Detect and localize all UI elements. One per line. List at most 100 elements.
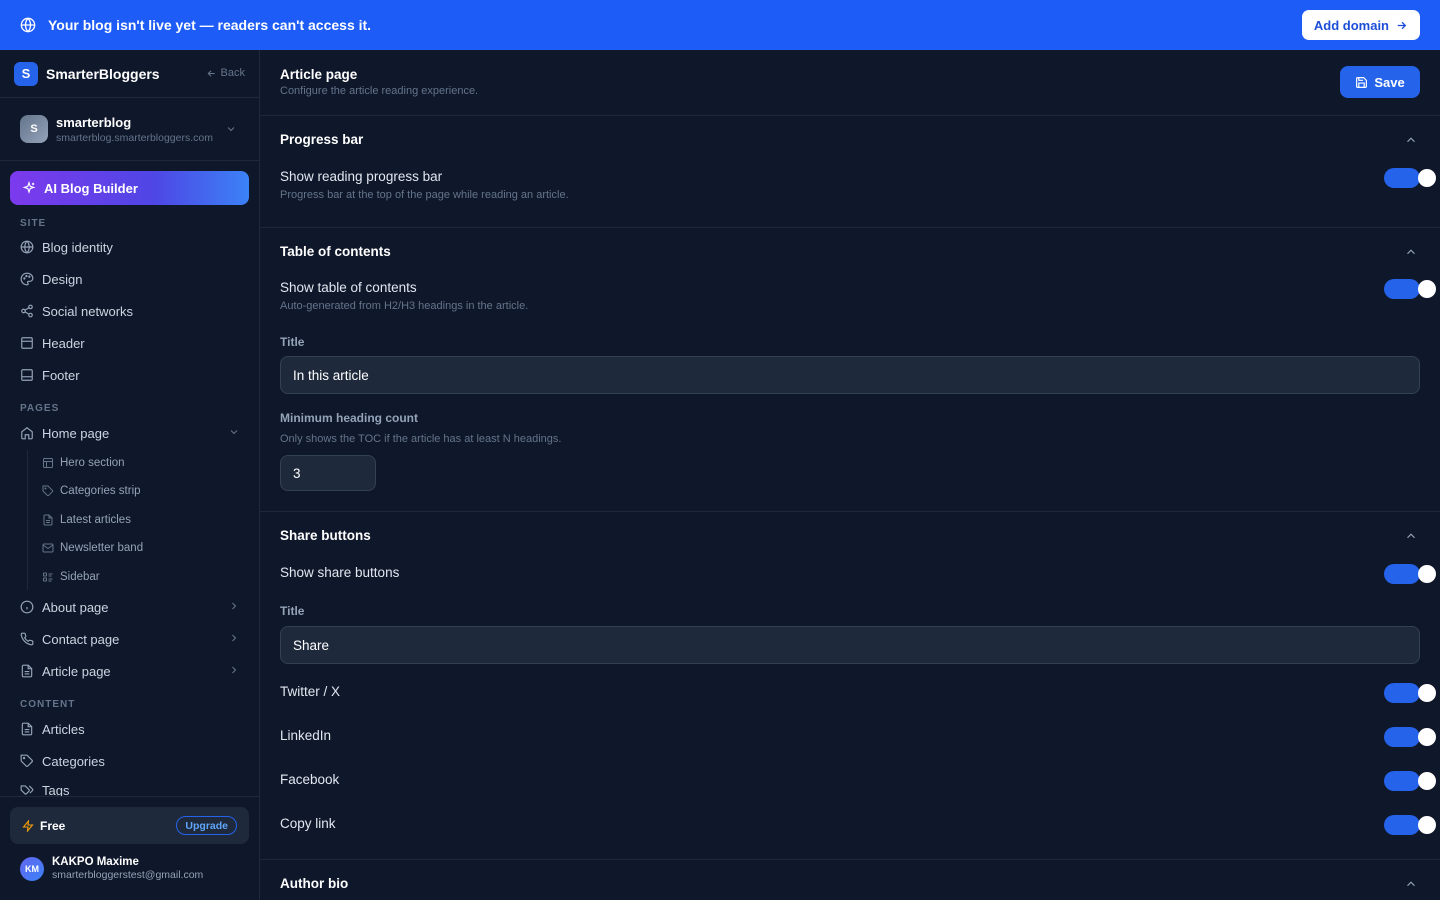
sidebar-subitem-categories-strip[interactable]: Categories strip (42, 482, 141, 500)
file-text-icon (20, 722, 34, 736)
save-icon (1355, 76, 1368, 89)
sidebar-subitem-latest-articles[interactable]: Latest articles (42, 511, 131, 529)
share-network-copy-link-toggle[interactable] (1384, 815, 1436, 835)
blog-switcher[interactable]: S smarterblog smarterblog.smarterblogger… (0, 98, 259, 161)
add-domain-button[interactable]: Add domain (1301, 10, 1420, 40)
sidebar-item-about-page[interactable]: About page (20, 597, 240, 617)
brand-logo: S (14, 61, 38, 86)
save-label: Save (1374, 74, 1405, 90)
share-network-facebook-toggle[interactable] (1384, 771, 1436, 791)
globe-icon (20, 240, 34, 254)
blog-url: smarterblog.smarterbloggers.com (56, 131, 213, 144)
main-panel: Article page Configure the article readi… (260, 50, 1440, 900)
sidebar-item-label: Design (42, 271, 83, 287)
sidebar-item-social-networks[interactable]: Social networks (20, 301, 240, 321)
sidebar-item-label: Categories (42, 753, 105, 769)
chevron-up-icon[interactable] (1404, 877, 1418, 891)
sidebar-item-article-page[interactable]: Article page (20, 661, 240, 681)
back-link[interactable]: Back (206, 67, 245, 79)
chevron-right-icon (228, 632, 240, 644)
sidebar-subitem-label: Hero section (60, 457, 125, 469)
share-network-twitter-label: Twitter / X (280, 684, 341, 699)
chevron-right-icon (228, 664, 240, 676)
chevron-down-icon (225, 123, 237, 135)
sidebar: S SmarterBloggers Back S smarterblog sma… (0, 50, 260, 900)
section-author-bio: Author bio (260, 860, 1440, 900)
sidebar-item-tags[interactable]: Tags (20, 783, 240, 796)
avatar: KM (20, 856, 44, 881)
sidebar-subitem-label: Sidebar (60, 571, 100, 583)
user-profile[interactable]: KM KAKPO Maxime smarterbloggerstest@gmai… (20, 856, 203, 881)
offline-banner: Your blog isn't live yet — readers can't… (0, 0, 1440, 50)
panel-top-icon (20, 336, 34, 350)
sidebar-subitem-newsletter-band[interactable]: Newsletter band (42, 539, 143, 557)
share-network-linkedin-label: LinkedIn (280, 728, 332, 743)
phone-icon (20, 632, 34, 646)
share-title-input[interactable] (280, 626, 1420, 664)
page-subtitle: Configure the article reading experience… (280, 85, 479, 97)
sidebar-divider (0, 796, 259, 797)
sidebar-item-articles[interactable]: Articles (20, 719, 240, 739)
blog-name: smarterblog (56, 114, 132, 130)
sidebar-item-label: Article page (42, 663, 111, 679)
file-text-icon (20, 664, 34, 678)
chevron-up-icon[interactable] (1404, 529, 1418, 543)
sidebar-item-label: Home page (42, 425, 110, 441)
share-network-linkedin-toggle[interactable] (1384, 727, 1436, 747)
info-icon (20, 600, 34, 614)
sidebar-item-home-page[interactable]: Home page (20, 423, 240, 443)
toc-title-label: Title (280, 335, 305, 349)
sidebar-subitem-hero-section[interactable]: Hero section (42, 454, 125, 472)
chevron-up-icon[interactable] (1404, 245, 1418, 259)
home-icon (20, 426, 34, 440)
chevron-up-icon[interactable] (1404, 133, 1418, 147)
toc-toggle-desc: Auto-generated from H2/H3 headings in th… (280, 300, 529, 312)
share-toggle[interactable] (1384, 564, 1436, 584)
sidebar-item-label: About page (42, 599, 109, 615)
sidebar-item-footer[interactable]: Footer (20, 365, 240, 385)
sidebar-item-label: Tags (42, 783, 70, 796)
toc-min-heading-input[interactable] (280, 455, 376, 491)
save-button[interactable]: Save (1340, 66, 1420, 98)
toc-min-heading-help: Only shows the TOC if the article has at… (280, 433, 562, 445)
progress-bar-toggle[interactable] (1384, 168, 1436, 188)
share-network-twitter-toggle[interactable] (1384, 683, 1436, 703)
sidebar-item-label: Header (42, 335, 85, 351)
section-heading: Progress bar (280, 132, 364, 147)
upgrade-button[interactable]: Upgrade (176, 816, 237, 835)
back-label: Back (220, 67, 245, 79)
plan-name: Free (40, 818, 66, 833)
sidebar-item-design[interactable]: Design (20, 269, 240, 289)
progress-bar-toggle-title: Show reading progress bar (280, 169, 443, 184)
sidebar-item-header[interactable]: Header (20, 333, 240, 353)
share-network-copy-link-label: Copy link (280, 816, 336, 831)
section-heading: Table of contents (280, 244, 391, 259)
tag-icon (42, 485, 54, 497)
section-progress-bar: Progress bar Show reading progress bar P… (260, 116, 1440, 228)
section-label-pages: PAGES (20, 403, 60, 414)
section-heading: Author bio (280, 876, 349, 891)
toc-toggle-title: Show table of contents (280, 280, 417, 295)
toc-toggle[interactable] (1384, 279, 1436, 299)
sidebar-subitem-sidebar[interactable]: Sidebar (42, 568, 100, 586)
add-domain-label: Add domain (1313, 17, 1389, 33)
sidebar-item-contact-page[interactable]: Contact page (20, 629, 240, 649)
arrow-right-icon (1395, 19, 1408, 32)
section-heading: Share buttons (280, 528, 371, 543)
page-header: Article page Configure the article readi… (260, 50, 1440, 116)
banner-message: Your blog isn't live yet — readers can't… (48, 17, 372, 33)
sidebar-item-categories[interactable]: Categories (20, 751, 240, 771)
plan-card: Free Upgrade (10, 807, 249, 844)
brand-name: SmarterBloggers (46, 65, 160, 82)
sidebar-item-blog-identity[interactable]: Blog identity (20, 237, 240, 257)
layout-icon (42, 457, 54, 469)
ai-blog-builder-button[interactable]: AI Blog Builder (10, 171, 249, 205)
user-email: smarterbloggerstest@gmail.com (52, 869, 204, 881)
sparkle-icon (22, 181, 36, 195)
tags-icon (20, 783, 34, 796)
section-label-content: CONTENT (20, 699, 76, 710)
toc-title-input[interactable] (280, 356, 1420, 394)
page-title: Article page (280, 67, 358, 82)
sidebar-subitem-label: Latest articles (60, 514, 131, 526)
brand-bar: S SmarterBloggers Back (0, 50, 259, 98)
